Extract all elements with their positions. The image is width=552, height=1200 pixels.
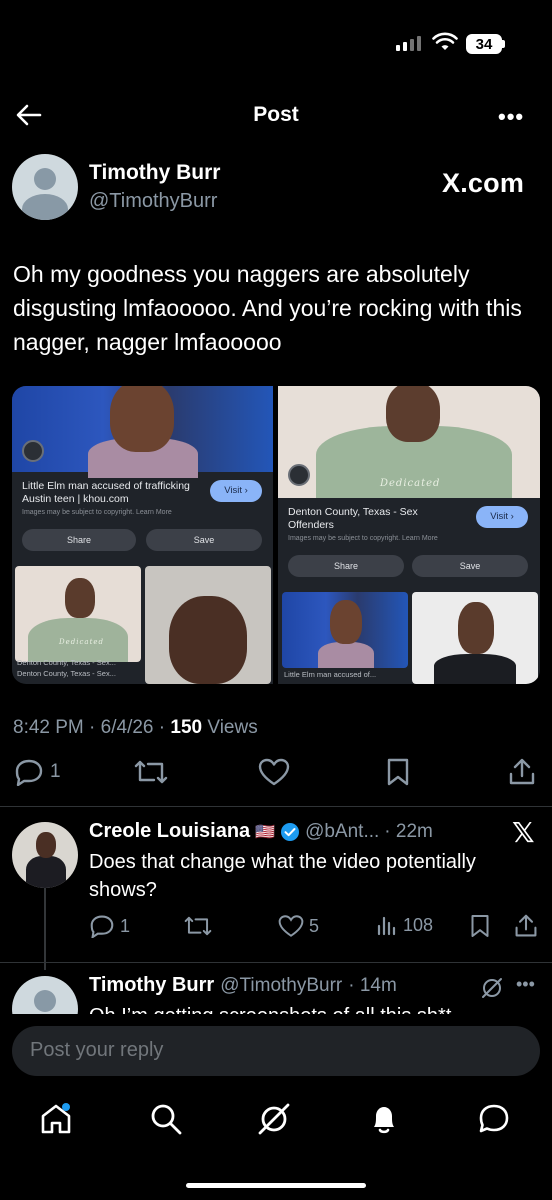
reply-2-header: Timothy Burr @TimothyBurr · 14m: [89, 974, 397, 997]
bookmark-icon: [471, 915, 489, 937]
retweet-icon: [184, 916, 212, 936]
right-card-note: Images may be subject to copyright. Lear…: [288, 535, 438, 542]
reply-2-more-icon[interactable]: •••: [516, 974, 535, 995]
author-name[interactable]: Timothy Burr: [89, 161, 220, 185]
reply-like-count: 5: [309, 915, 320, 936]
share-button[interactable]: [508, 758, 536, 786]
post-time: 8:42 PM: [13, 717, 84, 738]
author-handle[interactable]: @TimothyBurr: [89, 190, 217, 213]
right-thumb-1[interactable]: [282, 592, 408, 668]
reply-button[interactable]: 1: [14, 758, 61, 786]
flag-icon: 🇺🇸: [255, 823, 276, 841]
reply-share-button[interactable]: [514, 914, 538, 938]
left-card-note: Images may be subject to copyright. Lear…: [22, 509, 172, 516]
left-thumb-caption-1: Denton County, Texas - Sex...: [17, 658, 116, 667]
left-thumb-caption-2: Denton County, Texas - Sex...: [17, 669, 116, 678]
share-icon: [515, 914, 537, 937]
signal-icon: [396, 36, 421, 51]
reply-2-author-handle[interactable]: @TimothyBurr: [220, 975, 342, 997]
x-logo-icon: 𝕏: [512, 817, 535, 848]
battery-tip: [502, 40, 505, 48]
divider: [0, 962, 552, 963]
left-thumb-2[interactable]: [145, 566, 271, 684]
author-avatar[interactable]: [12, 154, 78, 220]
share-icon: [509, 758, 535, 785]
reply-placeholder: Post your reply: [30, 1039, 164, 1061]
left-thumb-1[interactable]: Dedicated: [15, 566, 141, 662]
home-icon[interactable]: [38, 1101, 74, 1137]
grok-icon[interactable]: [480, 976, 504, 1000]
reply-icon: [90, 915, 114, 938]
reply-2-text: Oh I’m getting screenshots of all this s…: [89, 1002, 529, 1014]
post-media[interactable]: Little Elm man accused of trafficking Au…: [12, 386, 540, 684]
verified-icon: [281, 822, 300, 841]
reply-reply-count: 1: [120, 915, 131, 936]
views-count: 150: [170, 717, 203, 738]
post-action-row: 1: [0, 758, 552, 798]
search-icon[interactable]: [148, 1101, 184, 1137]
reply-icon: [15, 759, 43, 786]
views-icon: [377, 916, 396, 936]
like-icon: [258, 758, 290, 786]
reply-repost-button[interactable]: [184, 914, 212, 938]
media-image-left[interactable]: Little Elm man accused of trafficking Au…: [12, 386, 273, 684]
affiliate-badge[interactable]: X.com: [442, 168, 524, 199]
bookmark-icon: [387, 758, 409, 786]
reply-count: 1: [50, 761, 61, 782]
divider: [0, 806, 552, 807]
reply-bookmark-button[interactable]: [470, 914, 490, 938]
reply-time: · 22m: [384, 820, 433, 842]
bookmark-button[interactable]: [386, 758, 410, 786]
post-date: 6/4/26: [100, 717, 154, 738]
reply-author-name[interactable]: Creole Louisiana: [89, 820, 250, 843]
left-save-button[interactable]: Save: [146, 529, 262, 551]
right-card-title: Denton County, Texas - Sex Offenders: [288, 506, 418, 531]
right-save-button[interactable]: Save: [412, 555, 528, 577]
more-icon[interactable]: •••: [498, 104, 524, 130]
reply-avatar[interactable]: [12, 822, 78, 888]
notifications-icon[interactable]: [366, 1101, 402, 1137]
reply-author-handle[interactable]: @bAnt...: [305, 821, 379, 843]
reply-2-author-name[interactable]: Timothy Burr: [89, 974, 214, 997]
reply-2-time: · 14m: [348, 974, 397, 996]
grok-icon[interactable]: [256, 1101, 292, 1137]
like-icon: [278, 915, 304, 937]
lens-icon[interactable]: [288, 464, 310, 486]
post-meta: 8:42 PM · 6/4/26 · 150 Views: [13, 717, 258, 738]
left-card-title: Little Elm man accused of trafficking Au…: [22, 480, 190, 505]
right-thumb-caption: Little Elm man accused of...: [284, 670, 377, 679]
reply-text: Does that change what the video potentia…: [89, 851, 476, 901]
left-share-button[interactable]: Share: [22, 529, 136, 551]
shirt-text: Dedicated: [59, 638, 105, 646]
wifi-icon: [432, 32, 458, 50]
post-text: Oh my goodness you naggers are absolutel…: [13, 261, 522, 355]
reply-2-clip: Timothy Burr @TimothyBurr · 14m ••• Oh I…: [0, 966, 552, 1014]
reply-reply-button[interactable]: 1: [89, 914, 130, 938]
left-visit-button[interactable]: Visit ›: [210, 480, 262, 502]
right-share-button[interactable]: Share: [288, 555, 404, 577]
retweet-icon: [134, 760, 168, 784]
reply-header: Creole Louisiana 🇺🇸 @bAnt... · 22m: [89, 820, 433, 843]
home-indicator: [186, 1183, 366, 1188]
reply-2-avatar[interactable]: [12, 976, 78, 1014]
reply-like-button[interactable]: 5: [278, 914, 319, 938]
media-image-right[interactable]: Dedicated Denton County, Texas - Sex Off…: [278, 386, 540, 684]
page-title: Post: [253, 103, 299, 126]
right-visit-button[interactable]: Visit ›: [476, 506, 528, 528]
right-thumb-2[interactable]: [412, 592, 538, 684]
reply-view-count: 108: [403, 914, 434, 935]
like-button[interactable]: [258, 758, 290, 786]
repost-button[interactable]: [134, 758, 168, 786]
lens-icon[interactable]: [22, 440, 44, 462]
messages-icon[interactable]: [476, 1101, 512, 1137]
views-label: Views: [207, 717, 258, 738]
reply-views-button[interactable]: 108: [376, 914, 433, 936]
battery-indicator: 34: [466, 34, 502, 54]
thread-line: [44, 888, 46, 970]
shirt-text: Dedicated: [380, 478, 441, 489]
